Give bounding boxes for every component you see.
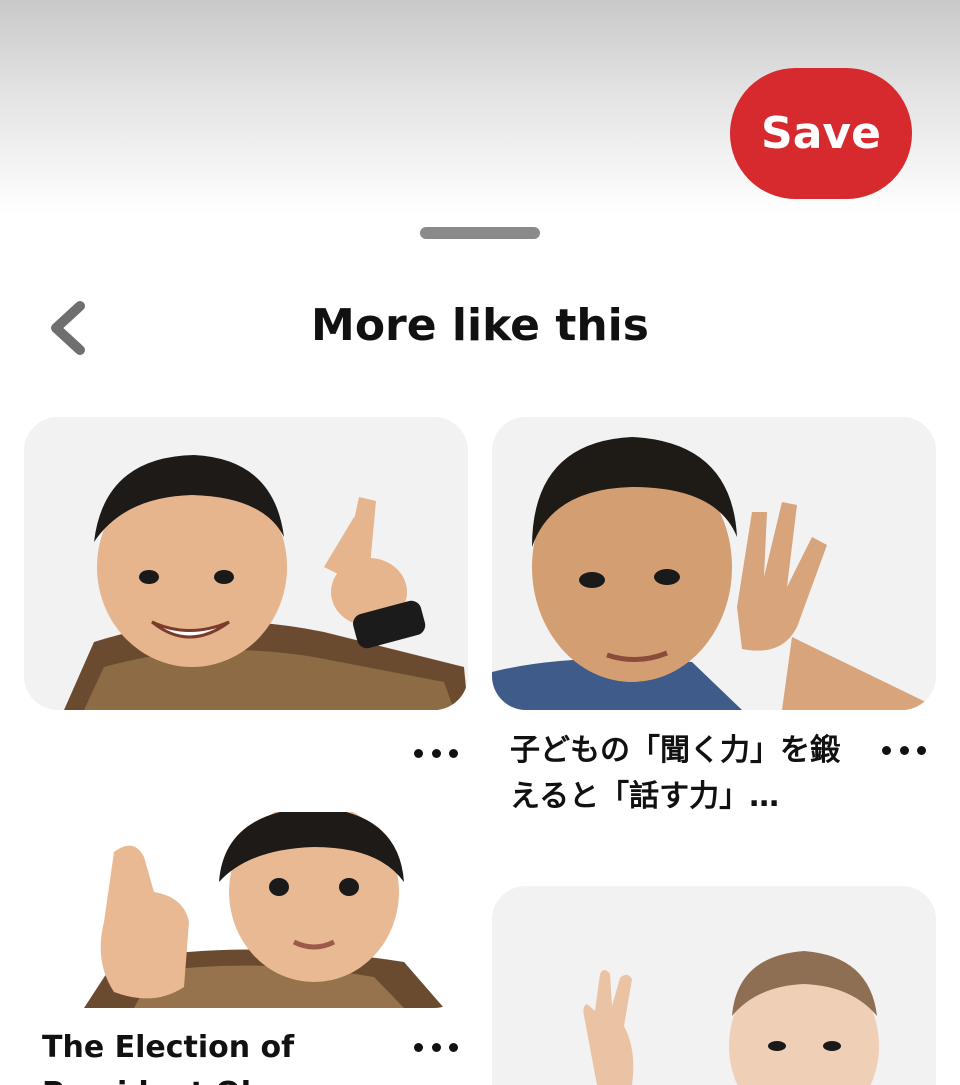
dot (449, 748, 458, 758)
dot (882, 745, 891, 755)
save-button[interactable]: Save (730, 68, 912, 199)
pin-caption[interactable]: The Election of President Obama (42, 1025, 392, 1085)
pin-image-boy-listening[interactable] (492, 417, 936, 710)
pin-more-button[interactable] (414, 1037, 458, 1057)
dot (431, 748, 441, 758)
dot (449, 1042, 458, 1052)
pin-caption[interactable]: 子どもの「聞く力」を鍛えると「話す力」… (510, 728, 860, 820)
pin-image-boy-thumbs-up[interactable] (24, 812, 468, 1008)
pin-image-boy-three-fingers[interactable] (24, 417, 468, 710)
pin-more-button[interactable] (882, 740, 926, 760)
pin-photo (492, 886, 936, 1085)
sheet-drag-handle[interactable] (420, 227, 540, 239)
dot (899, 745, 909, 755)
pin-image-boy-peace-sign[interactable] (492, 886, 936, 1085)
pin-photo (24, 812, 468, 1008)
pin-more-button[interactable] (414, 743, 458, 763)
dot (917, 745, 926, 755)
dot (414, 748, 423, 758)
dot (431, 1042, 441, 1052)
dot (414, 1042, 423, 1052)
page-title: More like this (311, 300, 649, 351)
pin-photo (24, 417, 468, 710)
pin-photo (492, 417, 936, 710)
